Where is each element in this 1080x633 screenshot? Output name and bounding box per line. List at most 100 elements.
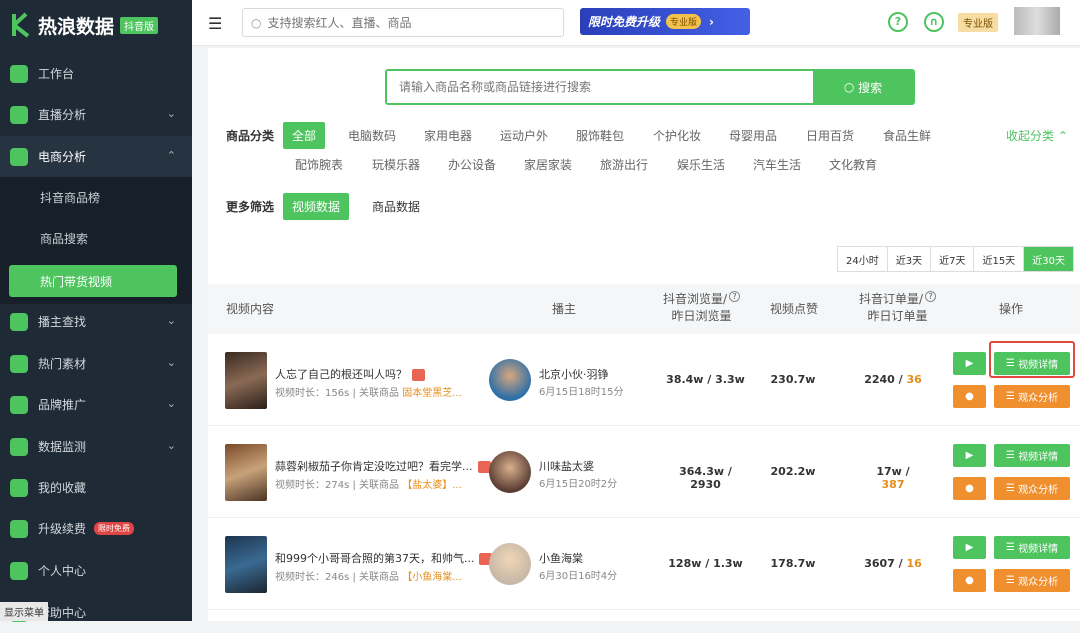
sidebar-item-label: 品牌推广 — [38, 398, 87, 412]
user-avatar[interactable] — [1014, 7, 1060, 35]
host-name[interactable]: 川味盐太婆 — [539, 458, 594, 474]
category-item[interactable]: 家用电器 — [424, 127, 472, 144]
audience-icon-button[interactable]: ● — [953, 477, 986, 500]
linked-product[interactable]: 固本堂黑芝... — [402, 388, 462, 399]
play-button[interactable]: ▶ — [953, 444, 986, 467]
sidebar-item-live-analysis[interactable]: 直播分析 ⌄ — [0, 94, 192, 135]
likes-value: 230.7w — [770, 373, 816, 386]
category-item[interactable]: 个护化妆 — [653, 127, 701, 144]
version-badge[interactable]: 抖音版 — [120, 16, 159, 34]
sidebar-item-label: 个人中心 — [38, 564, 87, 578]
category-item[interactable]: 服饰鞋包 — [576, 127, 624, 144]
main-content: ○ 搜索 商品分类 全部 电脑数码 家用电器 运动户外 服饰鞋包 个护化妆 母婴… — [208, 48, 1080, 621]
sidebar-item-upgrade[interactable]: 升级续费 限时免费 — [0, 508, 192, 549]
sidebar-subitem-douyin-ranking[interactable]: 抖音商品榜 — [0, 177, 192, 218]
video-title[interactable]: 蒜蓉剁椒茄子你肯定没吃过吧？看完学... — [275, 458, 491, 474]
pro-badge[interactable]: 专业版 — [958, 13, 998, 32]
table-header: 视频内容 播主 抖音浏览量/? 昨日浏览量 视频点赞 抖音订单量/? 昨日订单量 操… — [208, 284, 1080, 334]
views-value: 38.4w / 3.3w — [666, 373, 745, 386]
time-range-tabs: 24小时 近3天 近7天 近15天 近30天 — [837, 246, 1074, 272]
filter-video-data[interactable]: 视频数据 — [283, 193, 350, 220]
sidebar-subitem-label: 热门带货视频 — [40, 274, 113, 289]
category-all[interactable]: 全部 — [283, 122, 326, 149]
views-value: 364.3w / 2930 — [679, 465, 732, 491]
host-avatar[interactable] — [489, 451, 531, 493]
category-item[interactable]: 配饰腕表 — [295, 156, 343, 173]
category-item[interactable]: 运动户外 — [500, 127, 548, 144]
linked-product[interactable]: 【盐太婆】... — [402, 480, 462, 491]
sidebar-subitem-product-search[interactable]: 商品搜索 — [0, 218, 192, 259]
sidebar-item-hot-material[interactable]: 热门素材 ⌄ — [0, 343, 192, 384]
app-logo[interactable]: 热浪数据 抖音版 — [0, 0, 192, 50]
category-item[interactable]: 食品生鲜 — [883, 127, 931, 144]
category-item[interactable]: 日用百货 — [806, 127, 854, 144]
host-time: 6月15日18时15分 — [539, 387, 624, 398]
search-icon: ○ — [843, 80, 859, 94]
category-item[interactable]: 办公设备 — [448, 156, 496, 173]
filter-product-data[interactable]: 商品数据 — [372, 198, 420, 215]
audience-analysis-button[interactable]: ☰ 观众分析 — [994, 385, 1070, 408]
tab-15d[interactable]: 近15天 — [974, 247, 1025, 271]
video-title-text: 和999个小哥哥合照的第37天，和帅气... — [275, 552, 475, 565]
chevron-down-icon: ⌄ — [166, 439, 176, 452]
question-icon[interactable]: ? — [729, 291, 741, 302]
collapse-categories-button[interactable]: 收起分类 ⌃ — [1006, 127, 1068, 144]
audience-analysis-button[interactable]: ☰ 观众分析 — [994, 477, 1070, 500]
question-icon[interactable]: ? — [925, 291, 937, 302]
video-thumbnail[interactable] — [225, 352, 267, 409]
video-title[interactable]: 人忘了自己的根还叫人吗？ — [275, 366, 425, 382]
category-item[interactable]: 汽车生活 — [753, 156, 801, 173]
category-item[interactable]: 旅游出行 — [600, 156, 648, 173]
category-item[interactable]: 文化教育 — [829, 156, 877, 173]
host-name[interactable]: 北京小伙·羽铮 — [539, 366, 609, 382]
sidebar-item-label: 数据监测 — [38, 440, 87, 454]
chevron-down-icon: ⌄ — [166, 314, 176, 327]
play-icon: ▶ — [965, 450, 974, 461]
audience-analysis-label: 观众分析 — [1018, 577, 1059, 588]
video-thumbnail[interactable] — [225, 444, 267, 501]
linked-product[interactable]: 【小鱼海棠... — [402, 572, 462, 583]
category-item[interactable]: 家居家装 — [524, 156, 572, 173]
category-item[interactable]: 玩模乐器 — [372, 156, 420, 173]
sidebar-item-label: 电商分析 — [38, 150, 87, 164]
host-name[interactable]: 小鱼海棠 — [539, 550, 583, 566]
sidebar-item-find-host[interactable]: 播主查找 ⌄ — [0, 301, 192, 342]
tab-24h[interactable]: 24小时 — [838, 247, 888, 271]
audience-analysis-button[interactable]: ☰ 观众分析 — [994, 569, 1070, 592]
top-search-input[interactable] — [267, 15, 548, 30]
sidebar-item-brand[interactable]: 品牌推广 ⌄ — [0, 384, 192, 425]
product-search-input[interactable] — [387, 71, 813, 103]
video-meta: 视频时长：156s | 关联商品 固本堂黑芝... — [275, 384, 462, 399]
category-item[interactable]: 母婴用品 — [729, 127, 777, 144]
audience-icon-button[interactable]: ● — [953, 385, 986, 408]
top-search-box[interactable]: ○ — [242, 8, 564, 37]
video-title[interactable]: 和999个小哥哥合照的第37天，和帅气... — [275, 550, 493, 566]
menu-toggle-icon[interactable]: ☰ — [208, 14, 222, 33]
sidebar-item-profile[interactable]: 个人中心 — [0, 550, 192, 591]
host-avatar[interactable] — [489, 543, 531, 585]
host-avatar[interactable] — [489, 359, 531, 401]
video-detail-button[interactable]: ☰ 视频详情 — [994, 536, 1070, 559]
category-item[interactable]: 娱乐生活 — [677, 156, 725, 173]
sidebar-item-favorites[interactable]: 我的收藏 — [0, 467, 192, 508]
sidebar-item-ecommerce[interactable]: 电商分析 ⌃ — [0, 136, 192, 177]
sidebar-item-monitor[interactable]: 数据监测 ⌄ — [0, 426, 192, 467]
tab-3d[interactable]: 近3天 — [888, 247, 932, 271]
video-thumbnail[interactable] — [225, 536, 267, 593]
sidebar-subitem-hot-videos[interactable]: 热门带货视频 — [9, 265, 177, 297]
audience-icon-button[interactable]: ● — [953, 569, 986, 592]
arrow-right-icon: › — [709, 14, 714, 29]
show-menu-button[interactable]: 显示菜单 — [0, 602, 48, 621]
upgrade-promo-banner[interactable]: 限时免费升级 专业版 › — [580, 8, 750, 35]
play-button[interactable]: ▶ — [953, 536, 986, 559]
tab-7d[interactable]: 近7天 — [931, 247, 975, 271]
question-icon[interactable]: ? — [888, 12, 908, 32]
play-button[interactable]: ▶ — [953, 352, 986, 375]
category-item[interactable]: 电脑数码 — [348, 127, 396, 144]
search-button[interactable]: ○ 搜索 — [813, 71, 913, 103]
list-icon: ☰ — [1005, 542, 1019, 553]
sidebar-item-dashboard[interactable]: 工作台 — [0, 53, 192, 94]
tab-30d[interactable]: 近30天 — [1024, 247, 1073, 271]
headset-icon[interactable]: ∩ — [924, 12, 944, 32]
video-detail-button[interactable]: ☰ 视频详情 — [994, 444, 1070, 467]
